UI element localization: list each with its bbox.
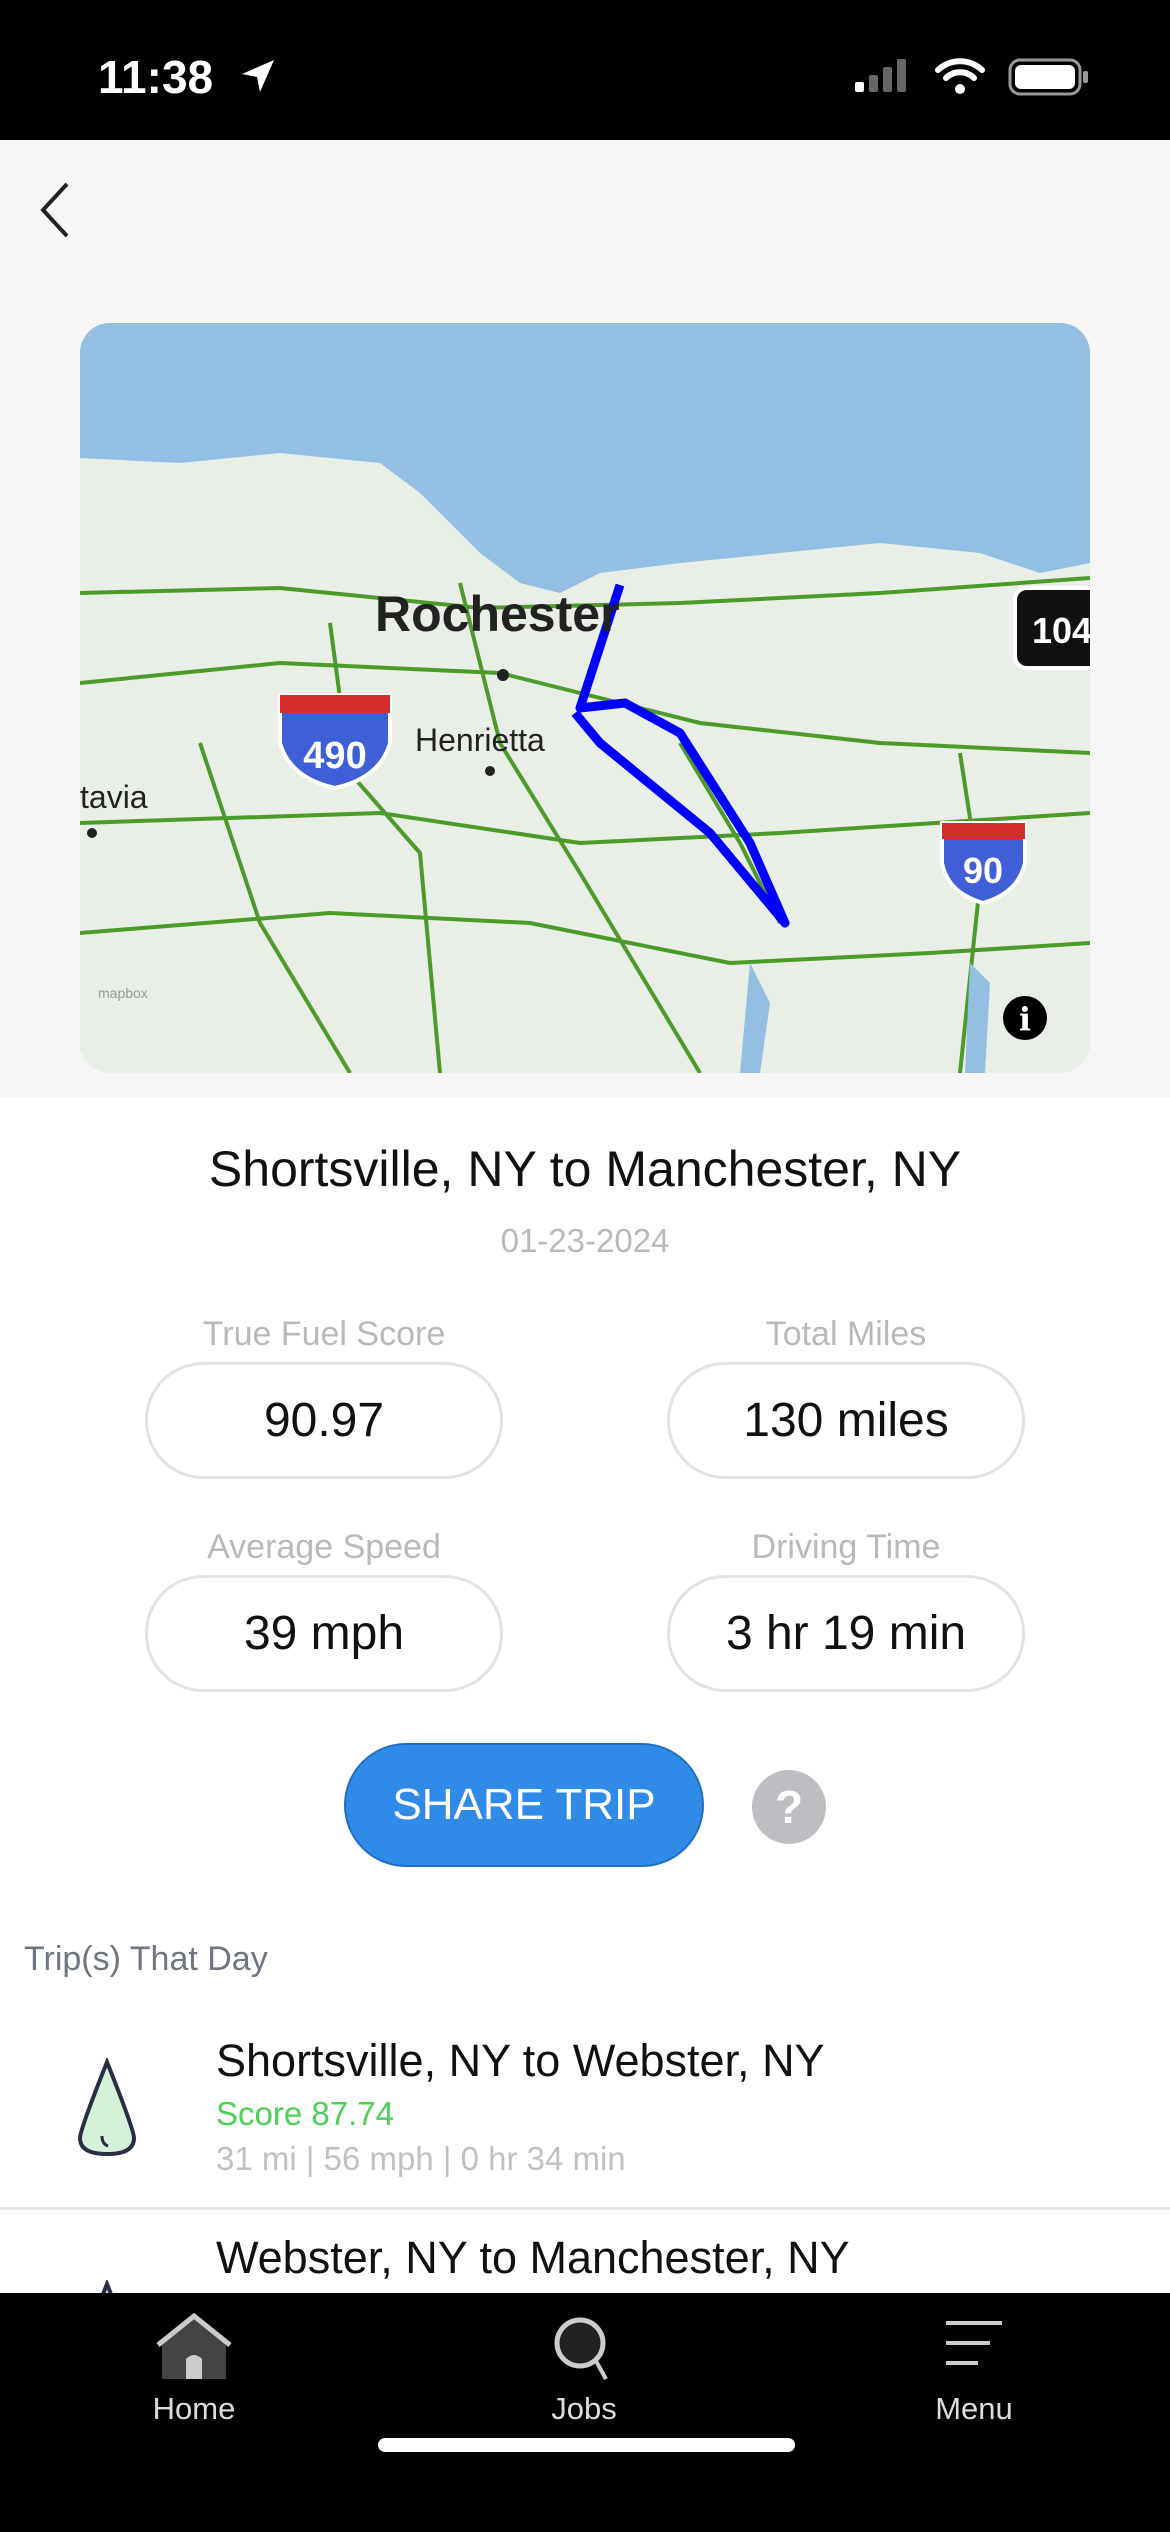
- stat-label-fuel-score: True Fuel Score: [202, 1315, 446, 1353]
- location-arrow-icon: [242, 60, 274, 92]
- cellular-signal-icon: [855, 59, 906, 92]
- map-label-batavia: tavia: [80, 779, 148, 815]
- battery-icon: [1008, 58, 1088, 96]
- trip-map[interactable]: Rochester Henrietta tavia 490 90 104 map…: [80, 323, 1090, 1073]
- trip-list-item[interactable]: Webster, NY to Manchester, NY: [0, 2210, 1170, 2293]
- home-indicator: [378, 2438, 795, 2452]
- stat-label-average-speed: Average Speed: [207, 1528, 441, 1566]
- stat-total-miles: 130 miles: [667, 1362, 1025, 1479]
- trip-item-title: Shortsville, NY to Webster, NY: [216, 2035, 825, 2086]
- svg-text:104: 104: [1032, 610, 1090, 651]
- trip-item-meta: 31 mi | 56 mph | 0 hr 34 min: [216, 2140, 626, 2177]
- menu-icon: [946, 2321, 1002, 2365]
- tab-jobs-label: Jobs: [551, 2391, 617, 2426]
- mapbox-attribution: mapbox: [98, 985, 148, 1001]
- search-icon: [554, 2317, 608, 2380]
- back-chevron-icon[interactable]: [35, 180, 75, 240]
- wifi-icon: [935, 58, 985, 94]
- stat-driving-time: 3 hr 19 min: [667, 1575, 1025, 1692]
- section-title: Trip(s) That Day: [24, 1940, 268, 1978]
- stat-label-total-miles: Total Miles: [765, 1315, 927, 1353]
- trip-date: 01-23-2024: [500, 1222, 670, 1259]
- tab-home-label: Home: [152, 2391, 236, 2426]
- trip-item-score: Score 87.74: [216, 2095, 394, 2132]
- trip-list-item[interactable]: Shortsville, NY to Webster, NY Score 87.…: [0, 2000, 1170, 2208]
- map-label-rochester: Rochester: [375, 586, 620, 642]
- tab-menu[interactable]: Menu: [874, 2313, 1074, 2427]
- fuel-drop-icon: [77, 2058, 137, 2157]
- tab-home[interactable]: Home: [94, 2312, 294, 2427]
- status-time: 11:38: [98, 51, 214, 103]
- share-trip-button[interactable]: SHARE TRIP: [344, 1743, 704, 1867]
- help-button[interactable]: ?: [752, 1770, 826, 1844]
- svg-text:i: i: [1019, 1000, 1031, 1038]
- route-104-shield: 104: [1013, 586, 1090, 670]
- map-info-icon[interactable]: i: [1003, 996, 1047, 1040]
- svg-text:90: 90: [963, 850, 1003, 891]
- svg-text:490: 490: [303, 735, 366, 777]
- home-icon: [156, 2312, 232, 2379]
- tab-jobs[interactable]: Jobs: [484, 2313, 684, 2427]
- status-bar: 11:38: [0, 0, 1170, 140]
- trip-title: Shortsville, NY to Manchester, NY: [208, 1141, 962, 1197]
- map-label-henrietta: Henrietta: [415, 722, 545, 758]
- tab-menu-label: Menu: [935, 2391, 1013, 2426]
- stat-label-driving-time: Driving Time: [751, 1528, 941, 1566]
- stat-fuel-score: 90.97: [145, 1362, 503, 1479]
- stat-average-speed: 39 mph: [145, 1575, 503, 1692]
- fuel-drop-icon: [101, 2280, 113, 2293]
- tab-bar: Home Jobs Menu: [0, 2293, 1170, 2532]
- trip-item-title: Webster, NY to Manchester, NY: [216, 2232, 850, 2283]
